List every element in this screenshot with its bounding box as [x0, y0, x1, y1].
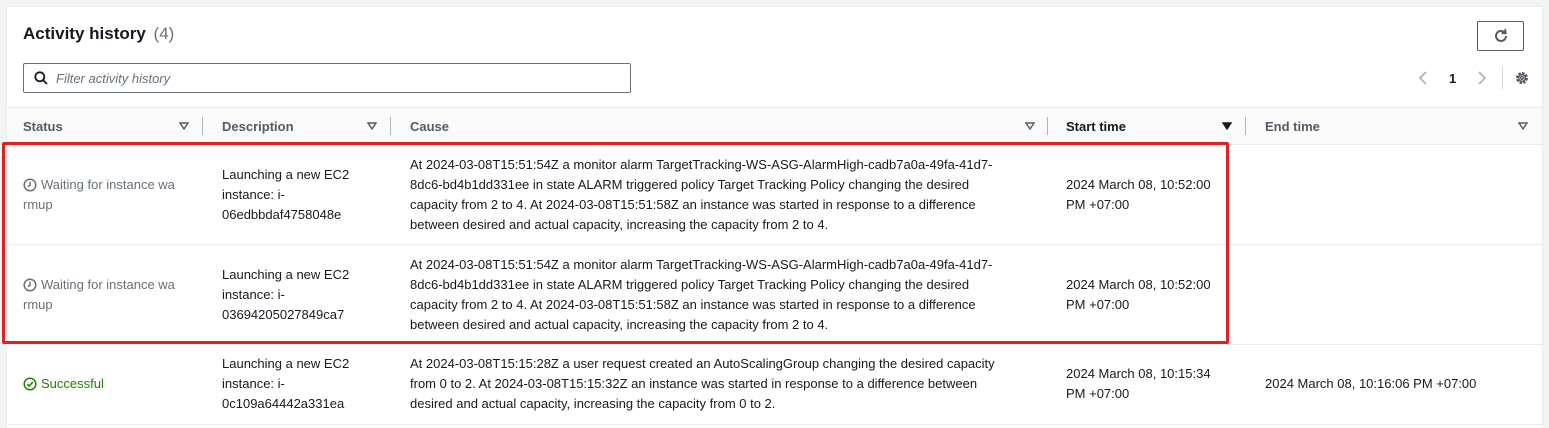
cause-text: capacity from 2 to 4. At 2024-03-08T15:5…: [410, 197, 976, 212]
start-time-text: 2024 March 08, 10:52:00: [1066, 277, 1211, 292]
description-cell: Launching a new EC2 instance: i- 0c109a6…: [222, 354, 392, 414]
start-time-text: PM +07:00: [1066, 197, 1130, 212]
cause-text: from 0 to 2. At 2024-03-08T15:15:32Z an …: [410, 376, 978, 391]
description-cell: Launching a new EC2 instance: i- 06edbbd…: [222, 165, 392, 225]
pager-divider: [1502, 67, 1504, 89]
status-text: Waiting for instance wa: [41, 177, 175, 192]
current-page-number[interactable]: 1: [1449, 71, 1456, 86]
description-text: 06edbbdaf4758048e: [222, 207, 342, 222]
cause-text: 8dc6-bd4b1dd331ee in state ALARM trigger…: [410, 277, 970, 292]
cause-text: between desired and actual capacity, inc…: [410, 217, 829, 232]
column-header-description[interactable]: Description: [222, 108, 391, 144]
description-text: instance: i-: [222, 187, 285, 202]
cause-text: At 2024-03-08T15:51:54Z a monitor alarm …: [410, 257, 993, 272]
column-label: Cause: [410, 118, 450, 134]
cause-text: capacity from 2 to 4. At 2024-03-08T15:5…: [410, 297, 976, 312]
column-label: Status: [23, 118, 63, 134]
start-time-text: 2024 March 08, 10:15:34: [1066, 366, 1211, 381]
cause-cell: At 2024-03-08T15:15:28Z a user request c…: [410, 354, 1044, 414]
sort-icon[interactable]: [367, 122, 377, 130]
description-text: instance: i-: [222, 287, 285, 302]
column-label: Description: [222, 118, 294, 134]
status-text-continued: rmup: [23, 197, 53, 212]
gear-icon: [1516, 72, 1529, 84]
start-time-text: PM +07:00: [1066, 297, 1130, 312]
status-text-continued: rmup: [23, 297, 53, 312]
next-page-button[interactable]: [1474, 68, 1490, 88]
table-row[interactable]: Waiting for instance wa rmup Launching a…: [7, 245, 1542, 345]
table-row[interactable]: Successful Launching a new EC2 instance:…: [7, 345, 1542, 425]
description-text: Launching a new EC2: [222, 167, 350, 182]
pending-icon: [23, 178, 37, 192]
page-title: Activity history (4): [23, 24, 174, 44]
refresh-icon: [1494, 29, 1507, 42]
pending-icon: [23, 278, 37, 292]
start-time-cell: 2024 March 08, 10:52:00 PM +07:00: [1066, 275, 1246, 315]
description-cell: Launching a new EC2 instance: i- 0369420…: [222, 265, 392, 325]
cause-text: At 2024-03-08T15:51:54Z a monitor alarm …: [410, 157, 993, 172]
status-indicator: Waiting for instance wa: [23, 275, 198, 295]
description-text: Launching a new EC2: [222, 356, 350, 371]
search-icon: [34, 71, 48, 85]
title-count: (4): [153, 24, 175, 43]
column-resizer[interactable]: [390, 117, 391, 135]
column-resizer[interactable]: [202, 117, 203, 135]
sort-icon[interactable]: [179, 122, 189, 130]
start-time-text: PM +07:00: [1066, 386, 1130, 401]
column-header-end-time[interactable]: End time: [1265, 108, 1528, 144]
column-label: Start time: [1066, 118, 1126, 134]
chevron-left-icon: [1418, 71, 1427, 85]
activity-history-panel: Activity history (4) 1: [6, 6, 1543, 428]
sort-icon[interactable]: [1025, 122, 1035, 130]
search-input[interactable]: [56, 70, 596, 86]
column-label: End time: [1265, 118, 1320, 134]
start-time-cell: 2024 March 08, 10:15:34 PM +07:00: [1066, 364, 1246, 404]
cause-text: between desired and actual capacity, inc…: [410, 317, 829, 332]
start-time-cell: 2024 March 08, 10:52:00 PM +07:00: [1066, 175, 1246, 215]
status-text: Successful: [41, 376, 104, 391]
description-text: Launching a new EC2: [222, 267, 350, 282]
column-header-status[interactable]: Status: [23, 108, 203, 144]
pagination: 1: [1415, 67, 1531, 89]
description-text: instance: i-: [222, 376, 285, 391]
end-time-cell: 2024 March 08, 10:16:06 PM +07:00: [1265, 376, 1477, 391]
status-indicator: Successful: [23, 374, 198, 394]
chevron-right-icon: [1478, 71, 1487, 85]
cause-text: desired and actual capacity, increasing …: [410, 396, 776, 411]
description-text: 03694205027849ca7: [222, 307, 345, 322]
description-text: 0c109a64442a331ea: [222, 396, 345, 411]
status-cell: Waiting for instance wa rmup: [23, 175, 198, 215]
start-time-text: 2024 March 08, 10:52:00: [1066, 177, 1211, 192]
status-cell: Successful: [23, 374, 198, 394]
search-field[interactable]: [23, 63, 631, 93]
previous-page-button[interactable]: [1415, 68, 1431, 88]
status-indicator: Waiting for instance wa: [23, 175, 198, 195]
success-check-icon: [23, 377, 37, 391]
column-header-cause[interactable]: Cause: [410, 108, 1048, 144]
table-header: Status Description Cause Start time End …: [7, 107, 1542, 145]
cause-text: 8dc6-bd4b1dd331ee in state ALARM trigger…: [410, 177, 970, 192]
cause-cell: At 2024-03-08T15:51:54Z a monitor alarm …: [410, 255, 1044, 335]
status-cell: Waiting for instance wa rmup: [23, 275, 198, 315]
cause-cell: At 2024-03-08T15:51:54Z a monitor alarm …: [410, 155, 1044, 235]
column-header-start-time[interactable]: Start time: [1066, 108, 1246, 144]
title-text: Activity history: [23, 24, 146, 43]
preferences-button[interactable]: [1513, 69, 1531, 87]
refresh-button[interactable]: [1477, 21, 1524, 51]
table-row[interactable]: Waiting for instance wa rmup Launching a…: [7, 145, 1542, 245]
sort-descending-icon[interactable]: [1222, 122, 1232, 130]
sort-icon[interactable]: [1518, 122, 1528, 130]
cause-text: At 2024-03-08T15:15:28Z a user request c…: [410, 356, 995, 371]
status-text: Waiting for instance wa: [41, 277, 175, 292]
column-resizer[interactable]: [1245, 117, 1246, 135]
column-resizer[interactable]: [1047, 117, 1048, 135]
